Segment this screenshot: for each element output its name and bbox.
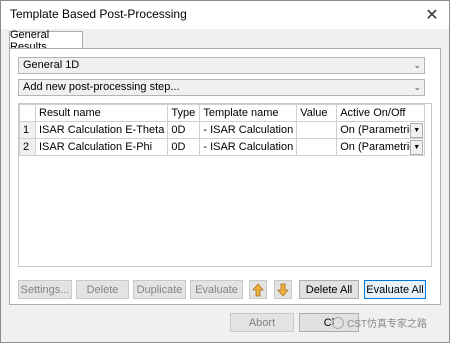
active-select[interactable]: On (Parametric) ▼ — [340, 122, 424, 138]
type-cell[interactable]: 0D — [167, 121, 201, 139]
evaluate-button[interactable]: Evaluate — [190, 280, 243, 299]
abort-button[interactable]: Abort — [230, 313, 294, 332]
tab-general-results[interactable]: General Results — [9, 29, 83, 53]
chevron-down-icon: ⌄ — [413, 82, 421, 92]
result-type-dropdown[interactable]: General 1D ⌄ — [18, 57, 425, 74]
type-cell[interactable]: 0D — [167, 138, 201, 156]
watermark: CST仿真专家之路 — [332, 315, 427, 330]
chevron-down-icon: ⌄ — [413, 60, 421, 70]
close-icon[interactable]: ✕ — [415, 1, 449, 29]
evaluate-all-button[interactable]: Evaluate All — [364, 280, 426, 299]
title-bar: Template Based Post-Processing ✕ — [1, 1, 449, 29]
table-header-row: Result name Type Template name Value Act… — [19, 104, 426, 122]
column-header-value[interactable]: Value — [296, 104, 338, 122]
settings-button[interactable]: Settings... — [18, 280, 72, 299]
active-cell[interactable]: On (Parametric) ▼ — [336, 138, 426, 156]
column-header-active[interactable]: Active On/Off — [336, 104, 426, 122]
column-header-result-name[interactable]: Result name — [34, 104, 169, 122]
column-header-type[interactable]: Type — [167, 104, 201, 122]
template-name-cell[interactable]: - ISAR Calculation — [199, 138, 298, 156]
watermark-text: CST仿真专家之路 — [347, 319, 427, 330]
active-cell[interactable]: On (Parametric) ▼ — [336, 121, 426, 139]
corner-cell — [19, 104, 36, 122]
dropdown-arrow-icon[interactable]: ▼ — [410, 122, 424, 138]
duplicate-button[interactable]: Duplicate — [133, 280, 186, 299]
results-grid: Result name Type Template name Value Act… — [18, 103, 432, 267]
result-name-cell[interactable]: ISAR Calculation E-Theta — [34, 121, 169, 139]
delete-button[interactable]: Delete — [76, 280, 129, 299]
column-header-template-name[interactable]: Template name — [199, 104, 298, 122]
active-select-value: On (Parametric) — [340, 123, 419, 136]
table-row[interactable]: 1 ISAR Calculation E-Theta 0D - ISAR Cal… — [19, 121, 426, 139]
results-table: Result name Type Template name Value Act… — [19, 104, 426, 156]
window-title: Template Based Post-Processing — [10, 7, 187, 21]
move-up-button[interactable] — [249, 280, 267, 299]
add-step-value: Add new post-processing step... — [23, 81, 180, 93]
active-select[interactable]: On (Parametric) ▼ — [340, 139, 424, 155]
dropdown-arrow-icon[interactable]: ▼ — [410, 139, 424, 155]
delete-all-button[interactable]: Delete All — [299, 280, 359, 299]
wechat-icon — [332, 316, 344, 329]
result-type-value: General 1D — [23, 59, 80, 71]
add-step-dropdown[interactable]: Add new post-processing step... ⌄ — [18, 79, 425, 96]
value-cell[interactable] — [296, 138, 338, 156]
move-down-button[interactable] — [274, 280, 292, 299]
active-select-value: On (Parametric) — [340, 140, 419, 153]
row-number[interactable]: 2 — [19, 138, 36, 156]
result-name-cell[interactable]: ISAR Calculation E-Phi — [34, 138, 169, 156]
table-row[interactable]: 2 ISAR Calculation E-Phi 0D - ISAR Calcu… — [19, 138, 426, 156]
row-number[interactable]: 1 — [19, 121, 36, 139]
dialog-window: Template Based Post-Processing ✕ General… — [0, 0, 450, 343]
value-cell[interactable] — [296, 121, 338, 139]
arrow-down-icon — [277, 283, 289, 297]
arrow-up-icon — [252, 282, 264, 296]
template-name-cell[interactable]: - ISAR Calculation — [199, 121, 298, 139]
